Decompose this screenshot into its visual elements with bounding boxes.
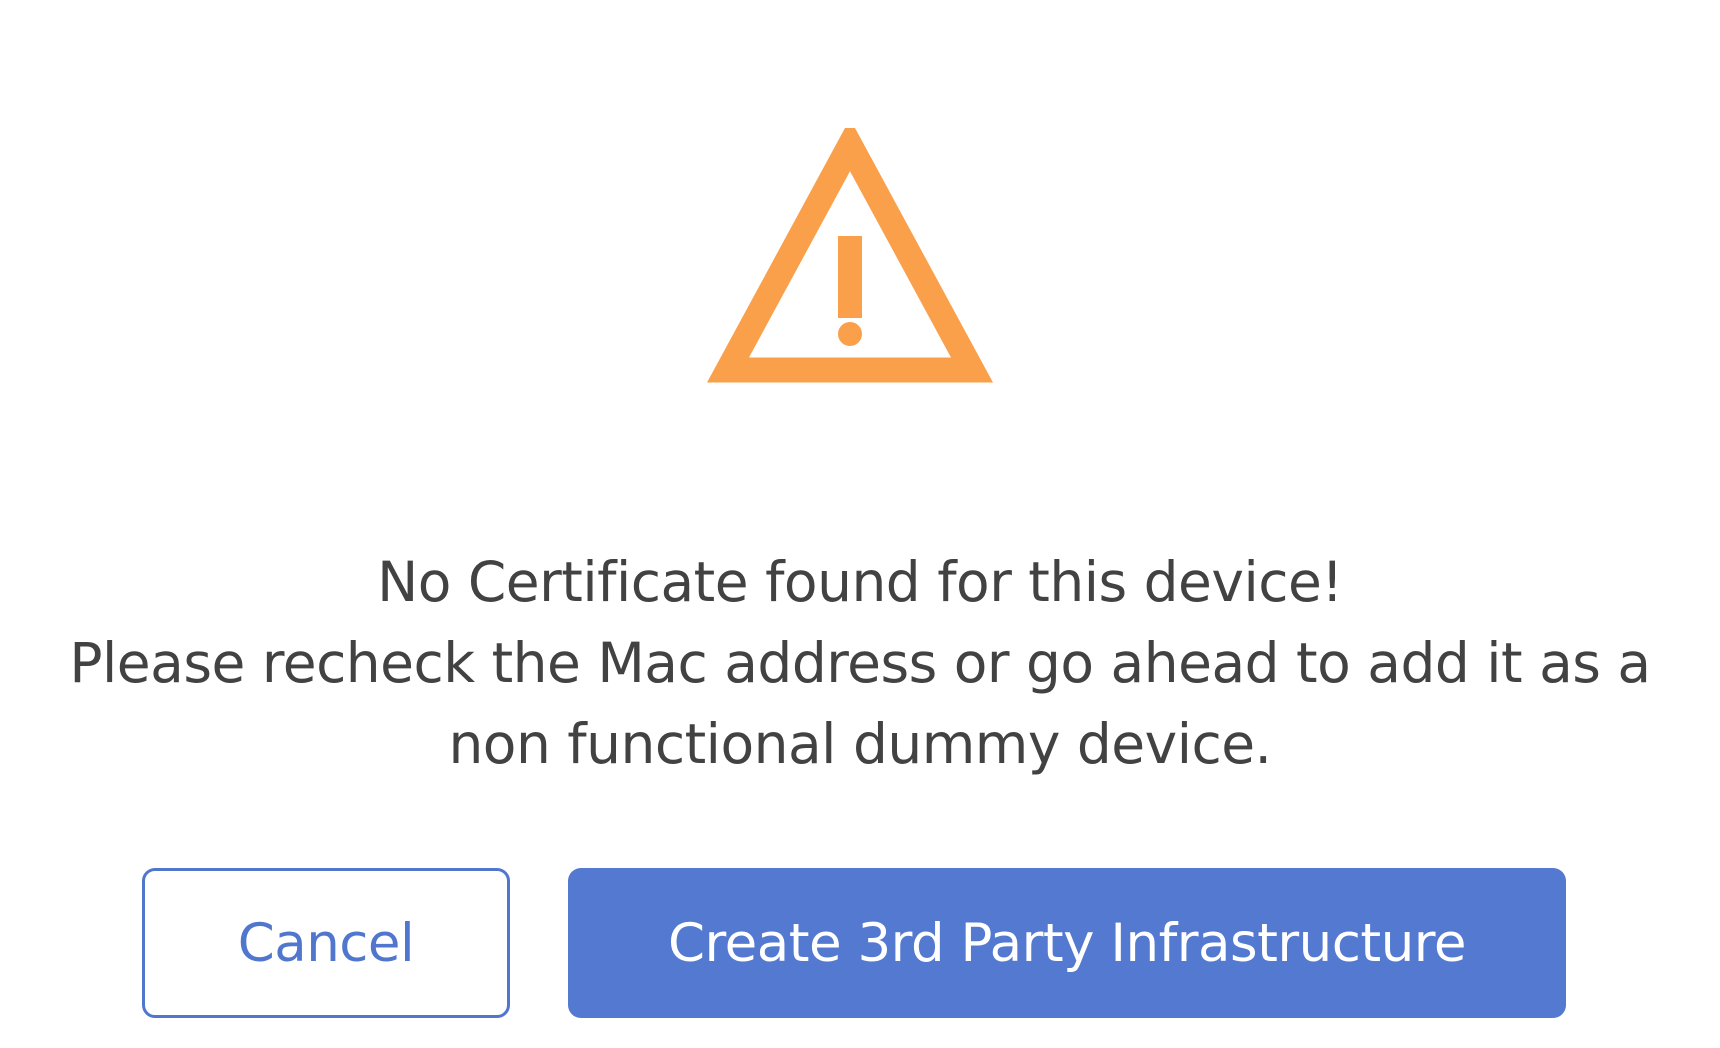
- warning-icon: [707, 128, 993, 383]
- message-body-line-1: Please recheck the Mac address or go ahe…: [69, 631, 1651, 695]
- dialog-message: No Certificate found for this device! Pl…: [40, 542, 1680, 785]
- no-certificate-dialog: No Certificate found for this device! Pl…: [0, 0, 1720, 1048]
- message-body-line-2: non functional dummy device.: [448, 712, 1272, 776]
- create-3rd-party-infrastructure-button[interactable]: Create 3rd Party Infrastructure: [568, 868, 1566, 1018]
- message-title: No Certificate found for this device!: [377, 550, 1343, 614]
- cancel-button[interactable]: Cancel: [142, 868, 510, 1018]
